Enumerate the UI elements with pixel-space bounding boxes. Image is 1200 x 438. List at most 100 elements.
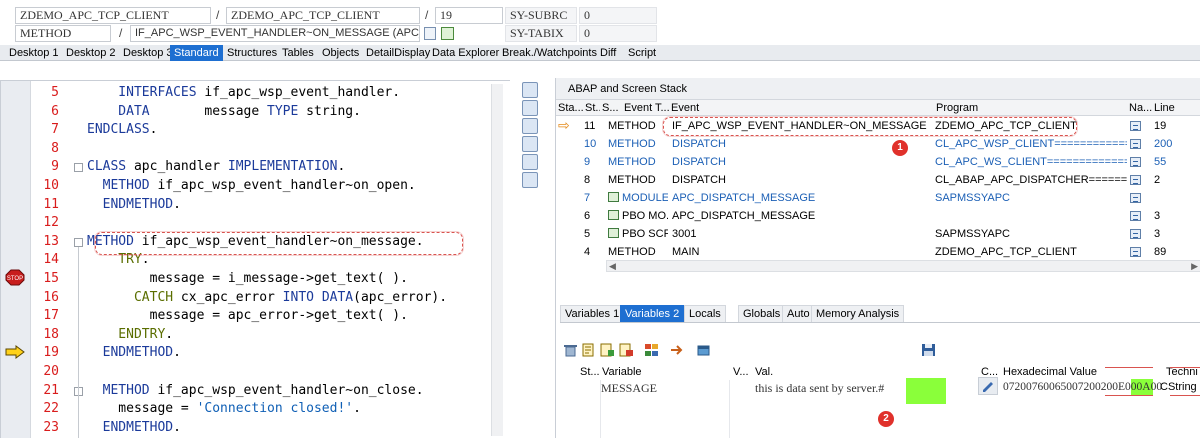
tab-tables[interactable]: Tables (278, 45, 318, 61)
source-link-icon[interactable] (441, 27, 454, 40)
navigate-icon-cell[interactable] (1130, 171, 1150, 189)
code-line[interactable]: message = i_message->get_text( ). (87, 270, 408, 289)
var-tab-globals[interactable]: Globals (738, 305, 786, 322)
tab-data-explorer[interactable]: Data Explorer (428, 45, 503, 61)
navigate-icon[interactable] (1130, 139, 1141, 149)
stack-horizontal-scrollbar[interactable]: ◀ ▶ (606, 260, 1200, 272)
var-tab-memory-analysis[interactable]: Memory Analysis (811, 305, 905, 322)
hex-value-cell[interactable]: 07200760065007200200E000A00 (1003, 381, 1162, 393)
tool-icon[interactable] (522, 172, 538, 188)
tab-break-watchpoints[interactable]: Break./Watchpoints (498, 45, 601, 61)
insert-icon[interactable] (582, 343, 597, 357)
navigate-icon[interactable] (1130, 157, 1141, 167)
sysfield-value[interactable]: 0 (579, 25, 657, 42)
navigate-icon[interactable] (1130, 193, 1141, 203)
transfer-icon[interactable] (670, 343, 685, 357)
print-icon[interactable] (522, 136, 538, 152)
navigate-icon-cell[interactable] (1130, 207, 1150, 225)
tab-objects[interactable]: Objects (318, 45, 363, 61)
settings-icon[interactable] (696, 343, 711, 357)
navigate-icon[interactable] (1130, 247, 1141, 257)
navigate-icon-cell[interactable] (1130, 135, 1150, 153)
navigate-icon[interactable] (1130, 175, 1141, 185)
navigate-icon-cell[interactable] (1130, 243, 1150, 261)
navigate-icon-cell[interactable] (1130, 225, 1150, 243)
code-line[interactable]: ENDTRY. (87, 326, 173, 345)
sysfield-value[interactable]: 0 (579, 7, 657, 24)
sysfield-name[interactable]: SY-TABIX (505, 25, 577, 42)
code-line[interactable]: ENDMETHOD. (87, 419, 181, 438)
settings-icon[interactable] (522, 118, 538, 134)
tab-script[interactable]: Script (624, 45, 660, 61)
code-line[interactable]: METHOD if_apc_wsp_event_handler~on_close… (87, 382, 424, 401)
code-line[interactable]: CLASS apc_handler IMPLEMENTATION. (87, 158, 345, 177)
code-line[interactable]: ENDMETHOD. (87, 344, 181, 363)
navigate-icon-cell[interactable] (1130, 189, 1150, 207)
navigate-icon[interactable] (1130, 121, 1141, 131)
view-icon[interactable] (522, 100, 538, 116)
stack-row[interactable]: 9 METHOD DISPATCH CL_APC_WS_CLIENT=========… (556, 153, 1200, 171)
details-icon[interactable] (424, 27, 436, 40)
edit-pencil-icon[interactable] (978, 377, 998, 395)
navigate-icon[interactable] (1130, 211, 1141, 221)
stack-row[interactable]: 7 MODULE... APC_DISPATCH_MESSAGE SAPMSSYAPC (556, 189, 1200, 207)
fold-toggle-icon[interactable] (74, 163, 83, 173)
navigate-icon-cell[interactable] (1130, 117, 1150, 135)
stack-event-type-text: METHOD (608, 120, 656, 132)
breakpoint-stop-icon[interactable]: STOP (5, 269, 25, 286)
code-line[interactable]: DATA message TYPE string. (87, 103, 361, 122)
stack-row[interactable]: 5 PBO SCR... 3001 SAPMSSYAPC 3 (556, 225, 1200, 243)
line-number: 13 (43, 233, 59, 249)
fold-toggle-icon[interactable] (74, 237, 83, 247)
remove-all-icon[interactable] (619, 343, 634, 357)
expand-icon[interactable] (644, 343, 659, 357)
tab-structures[interactable]: Structures (223, 45, 281, 61)
tab-desktop-1[interactable]: Desktop 1 (5, 45, 63, 61)
code-token: . (173, 345, 181, 361)
tab-standard[interactable]: Standard (170, 45, 223, 61)
tab-diff[interactable]: Diff (596, 45, 620, 61)
stack-row[interactable]: 4 METHOD MAIN ZDEMO_APC_TCP_CLIENT 89 (556, 243, 1200, 261)
zoom-icon[interactable] (522, 82, 538, 98)
stack-row[interactable]: 10 METHOD DISPATCH CL_APC_WSP_CLIENT=======… (556, 135, 1200, 153)
screen-icon (608, 228, 619, 238)
scroll-right-icon[interactable]: ▶ (1191, 261, 1198, 271)
var-tab-locals[interactable]: Locals (684, 305, 726, 322)
stack-col-header: Line (1152, 100, 1200, 116)
code-line[interactable]: METHOD if_apc_wsp_event_handler~on_open. (87, 177, 416, 196)
code-line[interactable]: ENDMETHOD. (87, 196, 181, 215)
append-icon[interactable] (600, 343, 615, 357)
navigate-icon[interactable] (1130, 229, 1141, 239)
editor-scrollbar[interactable] (491, 84, 503, 436)
variable-value-cell[interactable]: this is data sent by server.# (755, 381, 884, 396)
code-line[interactable]: INTERFACES if_apc_wsp_event_handler. (87, 84, 400, 103)
tab-desktop-3[interactable]: Desktop 3 (119, 45, 177, 61)
event-name-field[interactable]: IF_APC_WSP_EVENT_HANDLER~ON_MESSAGE (APC… (130, 25, 420, 42)
var-tab-auto[interactable]: Auto (782, 305, 815, 322)
scroll-left-icon[interactable]: ◀ (609, 261, 616, 271)
line-number-field[interactable]: 19 (435, 7, 503, 24)
source-editor[interactable]: 5 INTERFACES if_apc_wsp_event_handler. 6 … (0, 80, 510, 438)
technical-cell[interactable]: CString (1160, 381, 1197, 393)
code-line[interactable]: message = apc_error->get_text( ). (87, 307, 408, 326)
include-field[interactable]: ZDEMO_APC_TCP_CLIENT (226, 7, 420, 24)
var-tab-variables-1[interactable]: Variables 1 (560, 305, 625, 322)
stack-event-type-text: MODULE... (622, 192, 668, 204)
find-icon[interactable] (522, 154, 538, 170)
save-icon[interactable] (921, 343, 936, 357)
navigate-icon-cell[interactable] (1130, 153, 1150, 171)
stack-row[interactable]: 6 PBO MO... APC_DISPATCH_MESSAGE 3 (556, 207, 1200, 225)
code-line[interactable]: ENDCLASS. (87, 121, 157, 140)
code-line[interactable]: CATCH cx_apc_error INTO DATA(apc_error). (87, 289, 447, 308)
var-tab-variables-2[interactable]: Variables 2 (620, 305, 685, 322)
variable-name-cell[interactable]: MESSAGE (601, 381, 657, 396)
event-type-field[interactable]: METHOD (15, 25, 111, 42)
tab-detaildisplay[interactable]: DetailDisplay (362, 45, 434, 61)
line-number: 12 (43, 215, 59, 231)
sysfield-name[interactable]: SY-SUBRC (505, 7, 577, 24)
tab-desktop-2[interactable]: Desktop 2 (62, 45, 120, 61)
stack-row[interactable]: 8 METHOD DISPATCH CL_ABAP_APC_DISPATCHER===… (556, 171, 1200, 189)
program-field[interactable]: ZDEMO_APC_TCP_CLIENT (15, 7, 211, 24)
code-line[interactable]: message = 'Connection closed!'. (87, 400, 361, 419)
delete-icon[interactable] (563, 343, 578, 357)
